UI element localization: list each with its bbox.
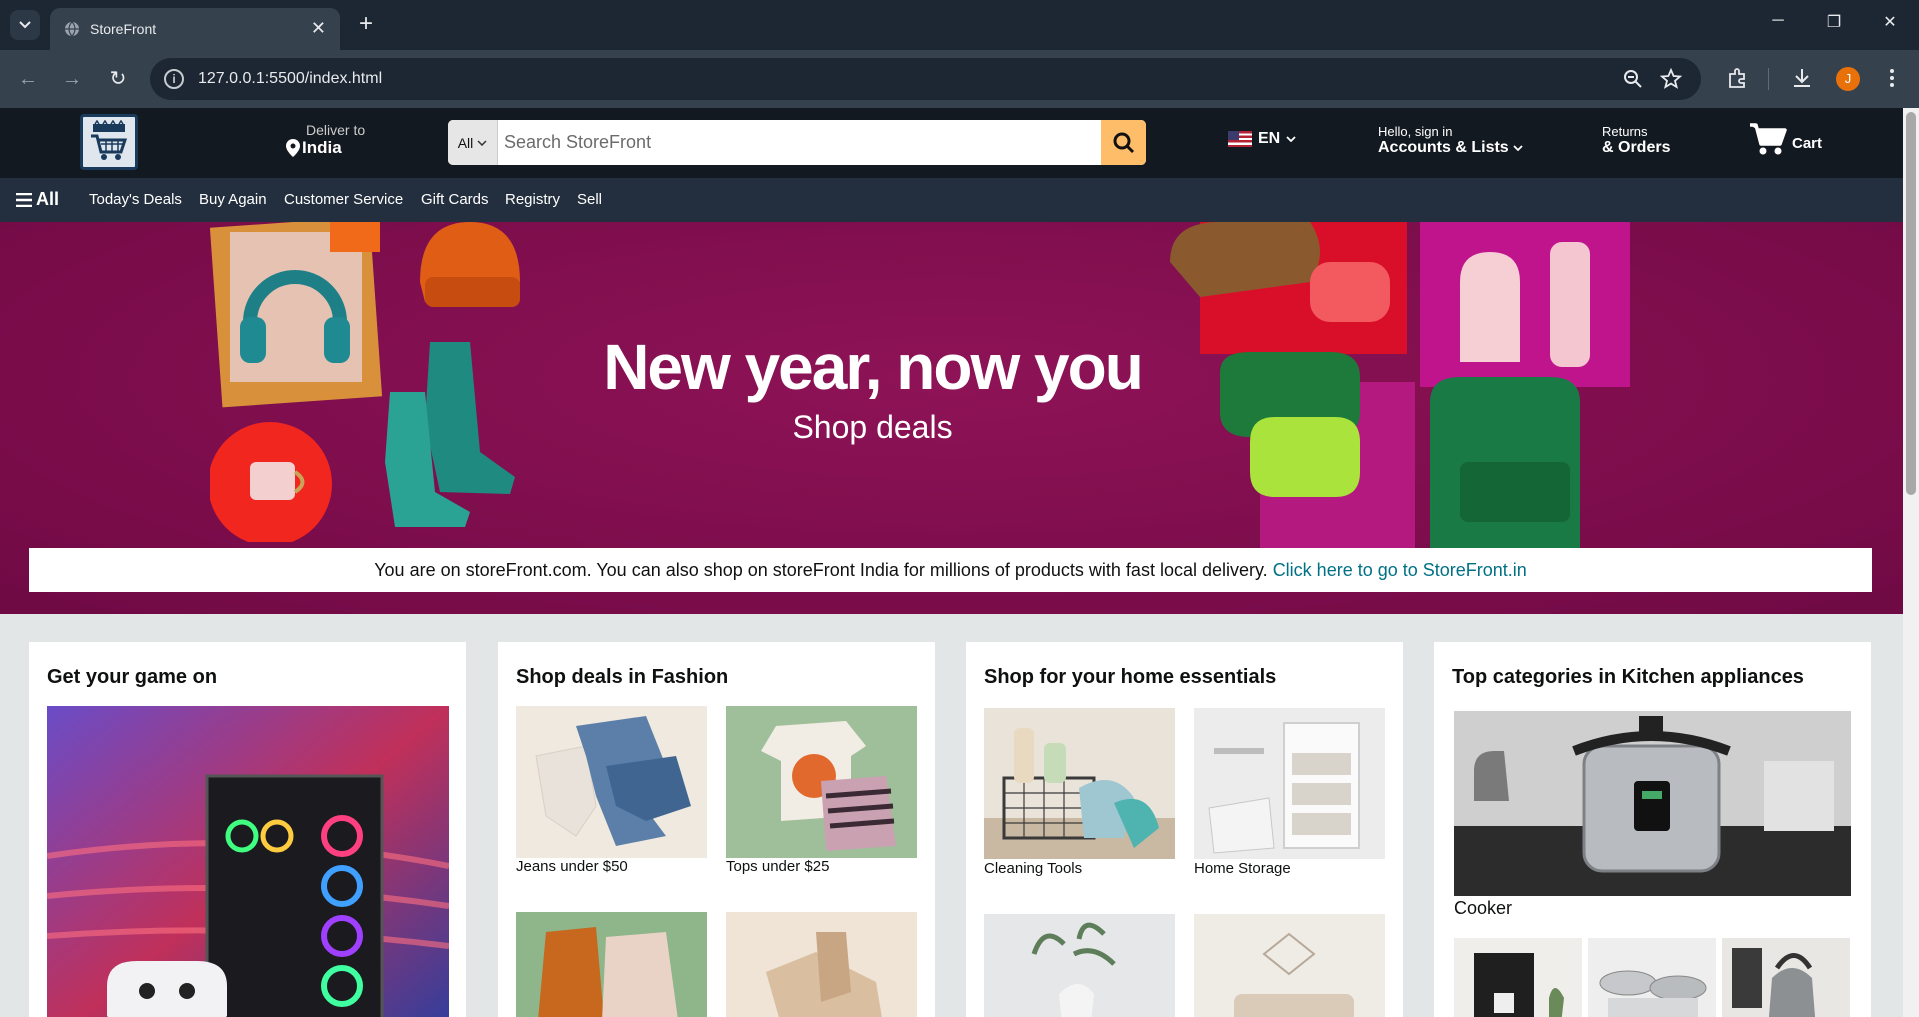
site-logo[interactable] <box>80 114 138 170</box>
deliver-to-location[interactable]: Deliver to India <box>286 122 365 158</box>
extensions-icon[interactable] <box>1726 66 1750 90</box>
all-menu-button[interactable]: All <box>16 189 59 210</box>
fashion-item-caption[interactable]: Jeans under $50 <box>516 858 628 875</box>
card-title: Get your game on <box>47 666 218 688</box>
nav-link-customer-service[interactable]: Customer Service <box>284 191 403 208</box>
card-title: Shop deals in Fashion <box>516 666 729 688</box>
nav-link-gift-cards[interactable]: Gift Cards <box>421 191 489 208</box>
site-header: Deliver to India All EN Hello, sign in <box>0 108 1903 178</box>
shopping-basket-logo-icon <box>91 120 128 160</box>
fashion-boots-image[interactable] <box>726 912 917 1017</box>
hero-subtitle: Shop deals <box>792 409 953 445</box>
search-department-select[interactable]: All <box>448 120 498 165</box>
reload-icon[interactable]: ↻ <box>106 67 130 91</box>
kettle-image[interactable] <box>1722 938 1850 1017</box>
home-item-caption[interactable]: Home Storage <box>1194 860 1291 877</box>
region-notice: You are on storeFront.com. You can also … <box>29 548 1872 592</box>
language-label: EN <box>1258 130 1281 147</box>
bookmark-star-icon[interactable] <box>1660 68 1682 90</box>
returns-orders-link[interactable]: Returns & Orders <box>1602 124 1670 157</box>
account-greeting: Hello, sign in <box>1378 124 1453 139</box>
page-viewport: Deliver to India All EN Hello, sign in <box>0 108 1903 1017</box>
search-bar: All <box>448 120 1146 165</box>
browser-toolbar: ← → ↻ i 127.0.0.1:5500/index.html <box>0 50 1919 108</box>
all-menu-label: All <box>36 189 60 209</box>
tab-title: StoreFront <box>90 21 157 37</box>
nav-link-buy-again[interactable]: Buy Again <box>199 191 267 208</box>
account-label: Accounts & Lists <box>1378 139 1509 156</box>
card-fashion: Shop deals in Fashion Jeans under $50 To… <box>498 642 935 1017</box>
hamburger-menu-icon <box>16 192 32 207</box>
chevron-down-icon <box>19 21 31 29</box>
more-menu-icon[interactable] <box>1880 66 1904 90</box>
browser-tabstrip: StoreFront ✕ + ─ ❐ ✕ <box>0 0 1919 50</box>
tab-search-button[interactable] <box>10 10 40 40</box>
sub-navigation: All Today's Deals Buy Again Customer Ser… <box>0 178 1903 222</box>
search-icon <box>1113 132 1134 153</box>
close-tab-icon[interactable]: ✕ <box>311 18 326 39</box>
card-title: Shop for your home essentials <box>984 666 1277 688</box>
address-bar[interactable]: i 127.0.0.1:5500/index.html <box>150 58 1701 100</box>
card-kitchen: Top categories in Kitchen appliances Coo… <box>1434 642 1871 1017</box>
browser-tab[interactable]: StoreFront ✕ <box>50 8 340 50</box>
region-notice-text: You are on storeFront.com. You can also … <box>374 560 1268 580</box>
tops-image[interactable] <box>726 706 917 858</box>
location-text: India <box>302 138 342 157</box>
search-department-label: All <box>457 134 474 151</box>
card-title: Top categories in Kitchen appliances <box>1452 666 1804 688</box>
chevron-down-icon <box>477 139 487 146</box>
search-input[interactable] <box>498 120 1101 165</box>
new-tab-button[interactable]: + <box>352 10 380 38</box>
cooker-image[interactable] <box>1454 711 1851 896</box>
hero-title: New year, now you <box>603 331 1144 403</box>
cart-icon <box>1750 123 1787 155</box>
hero-banner[interactable]: New year, now you Shop deals You are on … <box>0 222 1903 614</box>
card-home: Shop for your home essentials Cleaning T… <box>966 642 1403 1017</box>
location-pin-icon <box>286 139 300 157</box>
site-info-icon[interactable]: i <box>164 69 184 89</box>
home-bedroom-image[interactable] <box>1194 914 1385 1017</box>
nav-link-registry[interactable]: Registry <box>505 191 560 208</box>
cart-label: Cart <box>1792 135 1823 152</box>
url-text[interactable]: 127.0.0.1:5500/index.html <box>198 70 382 88</box>
close-window-icon[interactable]: ✕ <box>1880 12 1900 32</box>
kitchen-item-caption[interactable]: Cooker <box>1454 898 1512 919</box>
us-flag-icon <box>1228 131 1252 147</box>
restore-icon[interactable]: ❐ <box>1824 12 1844 32</box>
profile-avatar[interactable]: J <box>1836 67 1860 91</box>
fashion-dresses-image[interactable] <box>516 912 707 1017</box>
forward-icon[interactable]: → <box>60 67 84 91</box>
orders-label: & Orders <box>1602 139 1671 156</box>
scrollbar-thumb[interactable] <box>1906 112 1916 495</box>
zoom-icon[interactable] <box>1622 68 1644 90</box>
home-item-caption[interactable]: Cleaning Tools <box>984 860 1082 877</box>
chevron-down-icon <box>1513 145 1523 151</box>
deliver-to-label: Deliver to <box>306 122 366 138</box>
toolbar-divider <box>1768 68 1769 90</box>
cleaning-tools-image[interactable] <box>984 708 1175 859</box>
nav-link-todays-deals[interactable]: Today's Deals <box>89 191 182 208</box>
gaming-pc-image[interactable] <box>47 706 449 1017</box>
back-icon[interactable]: ← <box>16 67 40 91</box>
jeans-image[interactable] <box>516 706 707 858</box>
download-icon[interactable] <box>1790 66 1814 90</box>
storefront-india-link[interactable]: Click here to go to StoreFront.in <box>1273 560 1527 580</box>
coffee-machine-image[interactable] <box>1454 938 1582 1017</box>
minimize-icon[interactable]: ─ <box>1768 12 1788 32</box>
globe-icon <box>65 21 79 37</box>
cart-button[interactable]: Cart <box>1748 122 1822 156</box>
language-selector[interactable]: EN <box>1228 130 1296 148</box>
home-decor-image[interactable] <box>984 914 1175 1017</box>
chevron-down-icon <box>1286 136 1296 142</box>
fashion-item-caption[interactable]: Tops under $25 <box>726 858 829 875</box>
home-storage-image[interactable] <box>1194 708 1385 859</box>
account-lists-menu[interactable]: Hello, sign in Accounts & Lists <box>1378 124 1523 157</box>
cookware-image[interactable] <box>1588 938 1716 1017</box>
nav-link-sell[interactable]: Sell <box>577 191 602 208</box>
returns-label: Returns <box>1602 124 1648 139</box>
card-game: Get your game on <box>29 642 466 1017</box>
search-button[interactable] <box>1101 120 1146 165</box>
